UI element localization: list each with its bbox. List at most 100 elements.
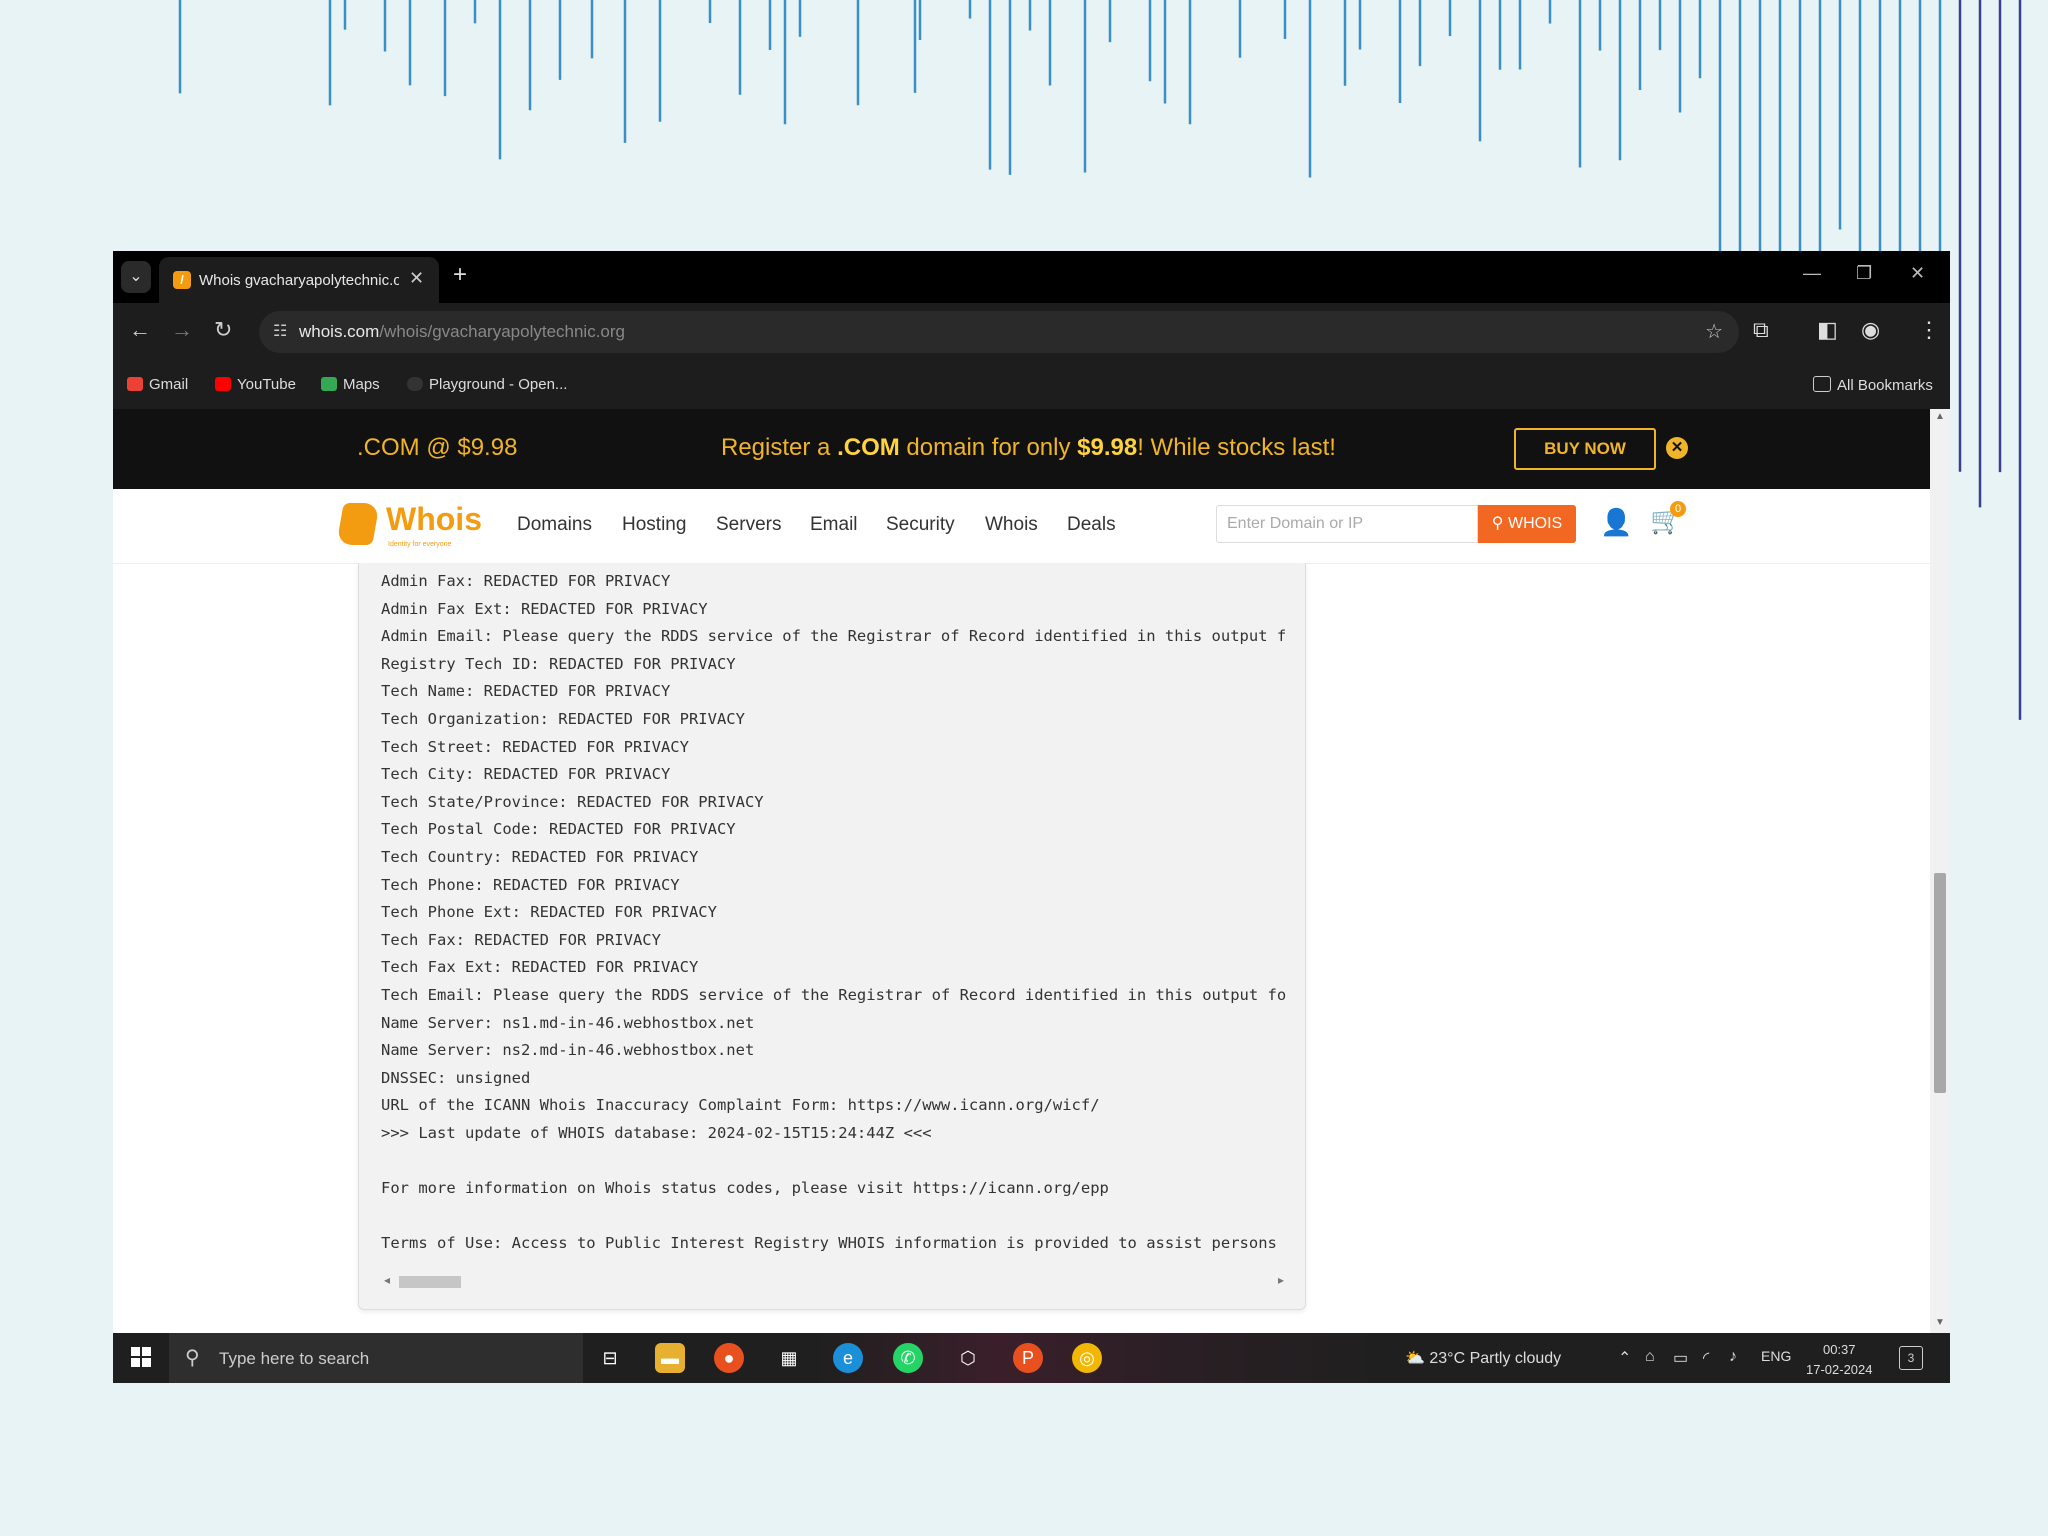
promo-left-text: .COM @ $9.98 — [357, 434, 518, 461]
battery-icon[interactable]: ▭ — [1673, 1348, 1688, 1368]
nav-deals[interactable]: Deals — [1067, 514, 1116, 536]
bookmark-star-icon[interactable]: ☆ — [1705, 319, 1723, 344]
side-panel-icon[interactable]: ◧ — [1817, 317, 1838, 343]
whois-search-button[interactable]: ⚲ WHOIS — [1478, 505, 1576, 543]
horizontal-scroll-thumb[interactable] — [399, 1276, 461, 1288]
promo-message: Register a .COM domain for only $9.98! W… — [721, 434, 1336, 461]
language-indicator[interactable]: ENG — [1761, 1348, 1791, 1364]
whois-raw-text: Admin Fax: REDACTED FOR PRIVACY Admin Fa… — [359, 563, 1305, 1263]
scroll-right-arrow-icon[interactable]: ▸ — [1278, 1273, 1284, 1287]
whois-favicon-icon: / — [173, 271, 191, 289]
youtube-icon — [215, 377, 231, 391]
search-icon: ⚲ — [1491, 515, 1504, 532]
menu-kebab-icon[interactable]: ⋮ — [1918, 317, 1940, 343]
app-grid-icon[interactable]: ▦ — [774, 1343, 804, 1373]
windows-taskbar: ⚲ Type here to search ⊟ ▬ ● ▦ e ✆ ⬡ P ◎ … — [113, 1333, 1950, 1383]
gmail-icon — [127, 377, 143, 391]
whois-line: Tech Name: REDACTED FOR PRIVACY — [381, 682, 671, 701]
scroll-down-arrow-icon[interactable]: ▼ — [1935, 1317, 1945, 1328]
wifi-icon[interactable]: ◜ — [1703, 1348, 1709, 1368]
all-bookmarks[interactable]: All Bookmarks — [1813, 376, 1933, 394]
whois-line: Tech State/Province: REDACTED FOR PRIVAC… — [381, 792, 764, 811]
whois-line: Name Server: ns1.md-in-46.webhostbox.net — [381, 1013, 755, 1032]
new-tab-button[interactable]: + — [453, 261, 467, 289]
page-vertical-scrollbar[interactable]: ▲ ▼ — [1930, 409, 1950, 1333]
nav-email[interactable]: Email — [810, 514, 858, 536]
minimize-button[interactable]: — — [1803, 263, 1821, 284]
logo-mark-icon — [336, 503, 380, 545]
domain-search-input[interactable]: Enter Domain or IP — [1216, 505, 1478, 543]
bookmark-playground[interactable]: Playground - Open... — [407, 376, 567, 393]
bookmark-maps[interactable]: Maps — [321, 376, 380, 393]
scroll-left-arrow-icon[interactable]: ◂ — [384, 1273, 390, 1287]
whois-line: DNSSEC: unsigned — [381, 1068, 531, 1087]
back-arrow-icon[interactable]: ← — [129, 317, 151, 343]
file-explorer-icon[interactable]: ▬ — [655, 1343, 685, 1373]
whois-line: Admin Fax Ext: REDACTED FOR PRIVACY — [381, 599, 708, 618]
edge-icon[interactable]: e — [833, 1343, 863, 1373]
bookmark-gmail[interactable]: Gmail — [127, 376, 188, 393]
site-info-icon[interactable]: ☷ — [273, 321, 287, 341]
network-icon[interactable]: ⌂ — [1645, 1348, 1655, 1366]
maps-icon — [321, 377, 337, 391]
taskbar-search-box[interactable]: ⚲ Type here to search — [169, 1333, 583, 1383]
profile-icon[interactable]: ◉ — [1861, 317, 1880, 343]
nav-hosting[interactable]: Hosting — [622, 514, 686, 536]
whois-line: Name Server: ns2.md-in-46.webhostbox.net — [381, 1041, 755, 1060]
bookmark-youtube[interactable]: YouTube — [215, 376, 296, 393]
whois-line: Admin Fax: REDACTED FOR PRIVACY — [381, 572, 671, 590]
nav-security[interactable]: Security — [886, 514, 955, 536]
firefox-icon[interactable]: ● — [714, 1343, 744, 1373]
forward-arrow-icon[interactable]: → — [171, 317, 193, 343]
scroll-up-arrow-icon[interactable]: ▲ — [1935, 411, 1945, 422]
browser-toolbar: ← → ↻ ☷ whois.com/whois/gvacharyapolytec… — [113, 303, 1950, 363]
page-viewport: .COM @ $9.98 Register a .COM domain for … — [113, 409, 1930, 1333]
windows-start-icon[interactable] — [131, 1347, 151, 1367]
tab-search-button[interactable]: ⌄ — [121, 261, 151, 293]
restore-button[interactable]: ❐ — [1856, 263, 1872, 284]
taskbar-clock[interactable]: 00:37 17-02-2024 — [1806, 1340, 1873, 1380]
shopping-cart-icon[interactable]: 🛒 0 — [1650, 501, 1686, 536]
whois-line: Tech Fax: REDACTED FOR PRIVACY — [381, 930, 661, 949]
user-account-icon[interactable]: 👤 — [1600, 507, 1632, 538]
extensions-icon[interactable]: ⧉ — [1753, 317, 1769, 343]
horizontal-scrollbar[interactable]: ◂ ▸ — [384, 1273, 1284, 1288]
whois-line: Tech Organization: REDACTED FOR PRIVACY — [381, 709, 745, 728]
tab-strip: ⌄ / Whois gvacharyapolytechnic.org ✕ + —… — [113, 251, 1950, 303]
nav-domains[interactable]: Domains — [517, 514, 592, 536]
chrome-icon[interactable]: ◎ — [1072, 1343, 1102, 1373]
buy-now-button[interactable]: BUY NOW — [1514, 428, 1656, 470]
whois-line: Registry Tech ID: REDACTED FOR PRIVACY — [381, 654, 736, 673]
notification-icon[interactable]: 3 — [1899, 1346, 1923, 1370]
site-header: Whois Identity for everyone Domains Host… — [113, 489, 1930, 564]
whois-line: Tech Email: Please query the RDDS servic… — [381, 985, 1287, 1004]
volume-icon[interactable]: ♪ — [1729, 1348, 1737, 1366]
task-view-icon[interactable]: ⊟ — [595, 1343, 625, 1373]
partly-cloudy-icon: ⛅ — [1405, 1350, 1425, 1367]
whois-line: Tech City: REDACTED FOR PRIVACY — [381, 765, 671, 784]
whois-line: Tech Country: REDACTED FOR PRIVACY — [381, 847, 699, 866]
nav-servers[interactable]: Servers — [716, 514, 781, 536]
search-icon: ⚲ — [185, 1347, 200, 1369]
weather-widget[interactable]: ⛅ 23°C Partly cloudy — [1405, 1348, 1561, 1368]
openai-icon — [407, 377, 423, 391]
address-bar[interactable]: ☷ whois.com/whois/gvacharyapolytechnic.o… — [259, 311, 1739, 353]
whatsapp-icon[interactable]: ✆ — [893, 1343, 923, 1373]
whois-line: Terms of Use: Access to Public Interest … — [381, 1234, 1277, 1253]
active-tab[interactable]: / Whois gvacharyapolytechnic.org ✕ — [159, 257, 439, 303]
close-window-button[interactable]: ✕ — [1910, 263, 1925, 284]
show-hidden-icons-icon[interactable]: ⌃ — [1618, 1348, 1631, 1368]
whois-raw-data-panel: Admin Fax: REDACTED FOR PRIVACY Admin Fa… — [358, 563, 1306, 1310]
vertical-scroll-thumb[interactable] — [1934, 873, 1946, 1093]
close-promo-icon[interactable]: ✕ — [1666, 437, 1688, 459]
cart-count-badge: 0 — [1670, 501, 1686, 517]
powerpoint-icon[interactable]: P — [1013, 1343, 1043, 1373]
url-text[interactable]: whois.com/whois/gvacharyapolytechnic.org — [299, 322, 625, 342]
reload-icon[interactable]: ↻ — [214, 317, 232, 343]
nav-whois[interactable]: Whois — [985, 514, 1038, 536]
virtualbox-icon[interactable]: ⬡ — [953, 1343, 983, 1373]
whois-line: Tech Fax Ext: REDACTED FOR PRIVACY — [381, 958, 699, 977]
bookmarks-bar: Gmail YouTube Maps Playground - Open... … — [113, 363, 1950, 409]
close-tab-icon[interactable]: ✕ — [409, 268, 424, 289]
whois-line: Tech Postal Code: REDACTED FOR PRIVACY — [381, 820, 736, 839]
